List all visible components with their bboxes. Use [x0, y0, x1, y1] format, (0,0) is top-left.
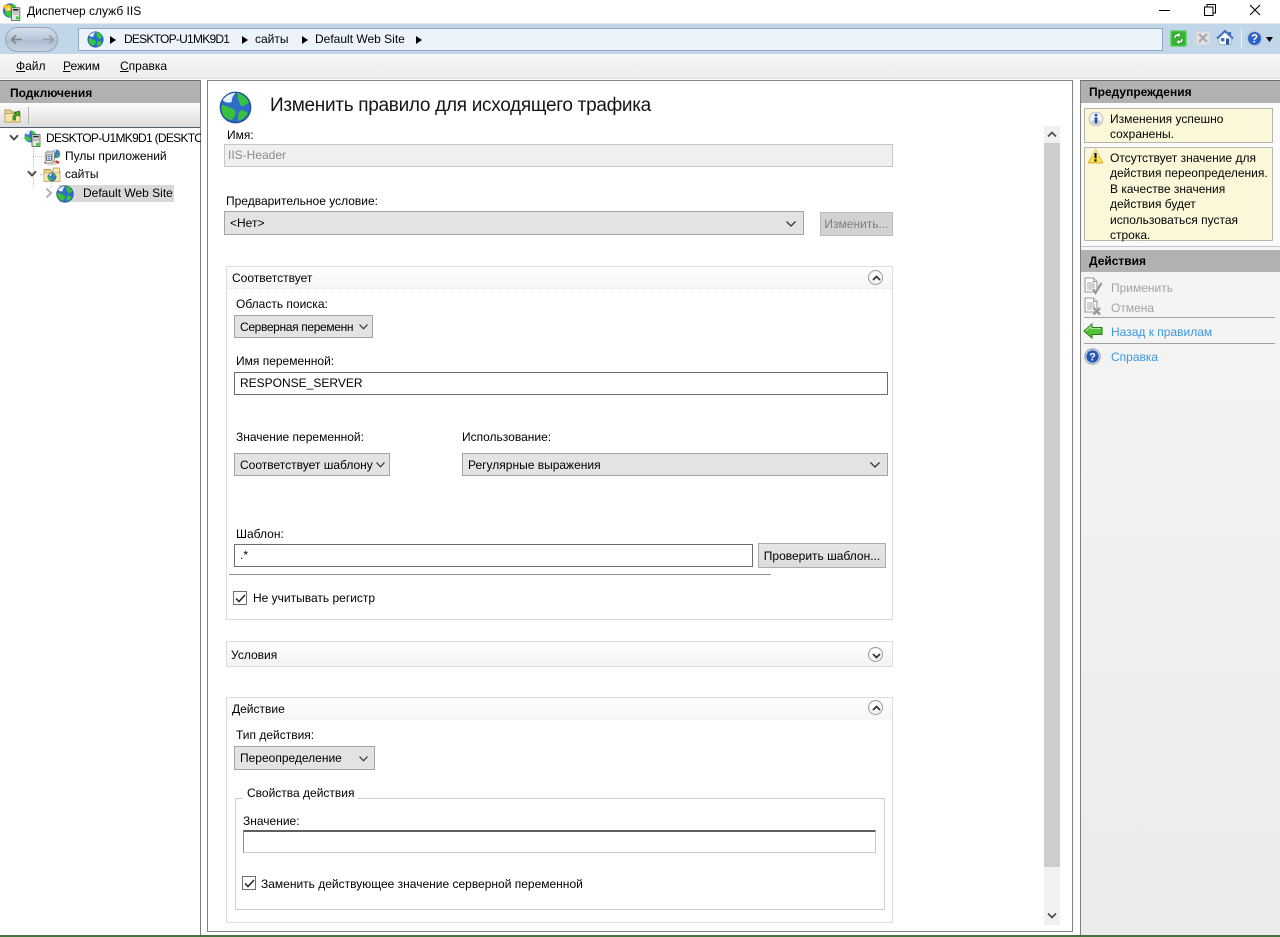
svg-text:?: ?	[1251, 34, 1258, 46]
svg-text:?: ?	[1089, 351, 1096, 363]
